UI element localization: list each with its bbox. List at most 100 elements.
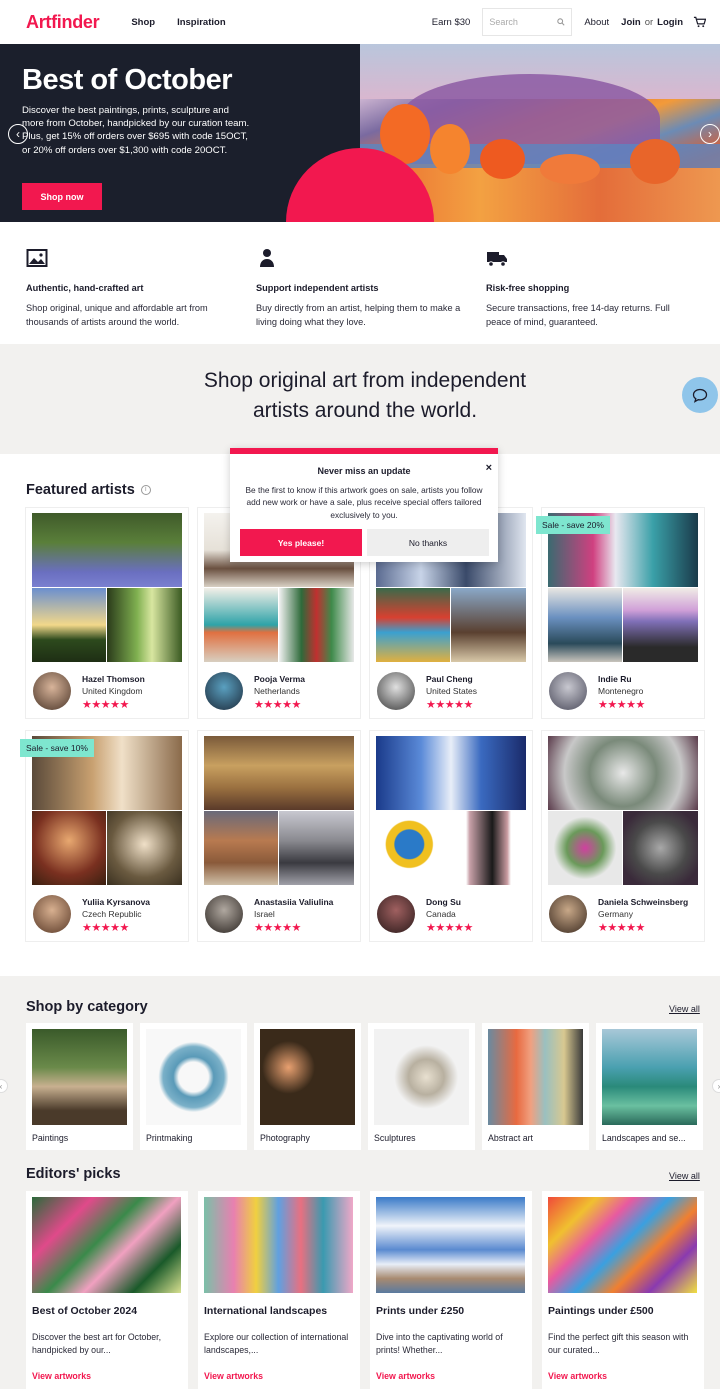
artist-country: Israel: [254, 909, 275, 919]
artist-card-hazel[interactable]: Hazel Thomson United Kingdom ★★★★★: [26, 508, 188, 718]
pick-title[interactable]: Prints under £250: [376, 1305, 464, 1317]
view-artworks-link[interactable]: View artworks: [376, 1371, 435, 1381]
shop-now-button[interactable]: Shop now: [22, 183, 102, 210]
feature-authentic: Authentic, hand-crafted art Shop origina…: [26, 248, 231, 329]
category-card-printmaking[interactable]: Printmaking: [140, 1023, 247, 1150]
pick-card-paintings[interactable]: Paintings under £500 Find the perfect gi…: [542, 1191, 704, 1389]
category-view-all-link[interactable]: View all: [669, 1004, 700, 1014]
rating-stars-icon: ★★★★★: [82, 922, 129, 934]
feature-riskfree: Risk-free shopping Secure transactions, …: [486, 248, 691, 329]
feature-support: Support independent artists Buy directly…: [256, 248, 461, 329]
artist-card-indie[interactable]: Sale - save 20% Indie Ru Montenegro ★★★★…: [536, 508, 704, 718]
category-label: Abstract art: [488, 1133, 533, 1143]
pick-card-prints[interactable]: Prints under £250 Dive into the captivat…: [370, 1191, 532, 1389]
picks-view-all-link[interactable]: View all: [669, 1171, 700, 1181]
featured-artists-title: Featured artists: [26, 482, 135, 498]
truck-icon: [487, 252, 507, 267]
category-prev-arrow-icon[interactable]: ‹: [0, 1079, 8, 1093]
popup-title: Never miss an update: [317, 466, 411, 476]
artist-card-daniela[interactable]: Daniela Schweinsberg Germany ★★★★★: [542, 731, 704, 941]
person-icon: [260, 249, 274, 267]
pick-title[interactable]: International landscapes: [204, 1305, 327, 1317]
tagline-line-1: Shop original art from independent: [203, 369, 527, 392]
artist-card-yuliia[interactable]: Sale - save 10% Yuliia Kyrsanova Czech R…: [20, 731, 188, 941]
nav-inspiration[interactable]: Inspiration: [177, 17, 226, 28]
search-input[interactable]: Search: [482, 8, 573, 36]
artist-country: Montenegro: [598, 686, 644, 696]
view-artworks-link[interactable]: View artworks: [204, 1371, 263, 1381]
header-actions: Earn $30 Search About Join or Login: [432, 8, 706, 36]
rating-stars-icon: ★★★★★: [426, 922, 473, 934]
category-label: Paintings: [32, 1133, 69, 1143]
nav-shop[interactable]: Shop: [131, 17, 155, 28]
category-card-abstract[interactable]: Abstract art: [482, 1023, 589, 1150]
artist-name[interactable]: Pooja Verma: [254, 674, 305, 684]
category-card-paintings[interactable]: Paintings: [26, 1023, 133, 1150]
rating-stars-icon: ★★★★★: [254, 922, 301, 934]
feature-title: Authentic, hand-crafted art: [26, 283, 144, 293]
features-strip: Authentic, hand-crafted art Shop origina…: [0, 222, 720, 344]
hero-next-arrow-icon[interactable]: ›: [700, 124, 720, 144]
pick-text: Dive into the captivating world of print…: [376, 1332, 503, 1355]
category-label: Printmaking: [146, 1133, 193, 1143]
category-card-photography[interactable]: Photography: [254, 1023, 361, 1150]
sale-badge: Sale - save 10%: [20, 739, 94, 757]
pick-card-best-october[interactable]: Best of October 2024 Discover the best a…: [26, 1191, 188, 1389]
chat-bubble-icon: [692, 388, 708, 403]
artist-country: Czech Republic: [82, 909, 142, 919]
hero-prev-arrow-icon[interactable]: ‹: [8, 124, 28, 144]
tagline-banner: Shop original art from independent artis…: [0, 344, 720, 454]
info-icon[interactable]: i: [140, 485, 151, 496]
artist-name[interactable]: Paul Cheng: [426, 674, 473, 684]
main-nav: Shop Inspiration: [131, 17, 225, 28]
chat-button[interactable]: [682, 377, 718, 413]
artist-name[interactable]: Dong Su: [426, 897, 461, 907]
artist-country: Germany: [598, 909, 633, 919]
category-card-landscapes[interactable]: Landscapes and se...: [596, 1023, 703, 1150]
rating-stars-icon: ★★★★★: [598, 922, 645, 934]
sale-badge: Sale - save 20%: [536, 516, 610, 534]
category-next-arrow-icon[interactable]: ›: [712, 1079, 720, 1093]
feature-text: Shop original, unique and affordable art…: [26, 303, 208, 327]
view-artworks-link[interactable]: View artworks: [32, 1371, 91, 1381]
tagline-text: Shop original art from independent artis…: [0, 366, 720, 426]
about-link[interactable]: About: [584, 17, 609, 28]
search-icon[interactable]: [557, 18, 565, 26]
artist-name[interactable]: Daniela Schweinsberg: [598, 897, 688, 907]
artist-country: United States: [426, 686, 478, 696]
site-header: Artfinder Shop Inspiration Earn $30 Sear…: [0, 0, 720, 44]
join-link[interactable]: Join: [621, 17, 641, 28]
artist-card-dongsu[interactable]: Dong Su Canada ★★★★★: [370, 731, 532, 941]
login-link[interactable]: Login: [657, 17, 683, 28]
rating-stars-icon: ★★★★★: [598, 699, 645, 711]
pick-title[interactable]: Paintings under £500: [548, 1305, 654, 1317]
cart-icon[interactable]: [693, 16, 706, 28]
search-placeholder: Search: [489, 17, 518, 27]
artist-name[interactable]: Hazel Thomson: [82, 674, 145, 684]
earn-link[interactable]: Earn $30: [432, 17, 471, 28]
feature-title: Support independent artists: [256, 283, 379, 293]
shop-by-category-title: Shop by category: [26, 999, 148, 1015]
artist-card-anastasiia[interactable]: Anastasiia Valiulina Israel ★★★★★: [198, 731, 360, 941]
hero-description: Discover the best paintings, prints, scu…: [22, 105, 250, 156]
tagline-line-2: artists around the world.: [252, 399, 478, 422]
pick-card-international[interactable]: International landscapes Explore our col…: [198, 1191, 360, 1389]
no-thanks-button[interactable]: No thanks: [367, 529, 489, 556]
pick-text: Discover the best art for October, handp…: [32, 1332, 162, 1355]
category-label: Photography: [260, 1133, 310, 1143]
pick-title[interactable]: Best of October 2024: [32, 1305, 137, 1317]
yes-please-button[interactable]: Yes please!: [240, 529, 362, 556]
feature-text: Buy directly from an artist, helping the…: [256, 303, 461, 327]
artfinder-logo[interactable]: Artfinder: [26, 12, 100, 33]
category-card-sculptures[interactable]: Sculptures: [368, 1023, 475, 1150]
close-icon[interactable]: ×: [486, 462, 492, 474]
artist-name[interactable]: Yuliia Kyrsanova: [82, 897, 150, 907]
featured-artists-heading: Featured artists i: [26, 482, 151, 498]
view-artworks-link[interactable]: View artworks: [548, 1371, 607, 1381]
category-section: Shop by category View all ‹ › Paintings …: [0, 976, 720, 1389]
artist-country: Canada: [426, 909, 456, 919]
feature-title: Risk-free shopping: [486, 283, 570, 293]
category-label: Sculptures: [374, 1133, 416, 1143]
artist-name[interactable]: Anastasiia Valiulina: [254, 897, 333, 907]
artist-name[interactable]: Indie Ru: [598, 674, 632, 684]
